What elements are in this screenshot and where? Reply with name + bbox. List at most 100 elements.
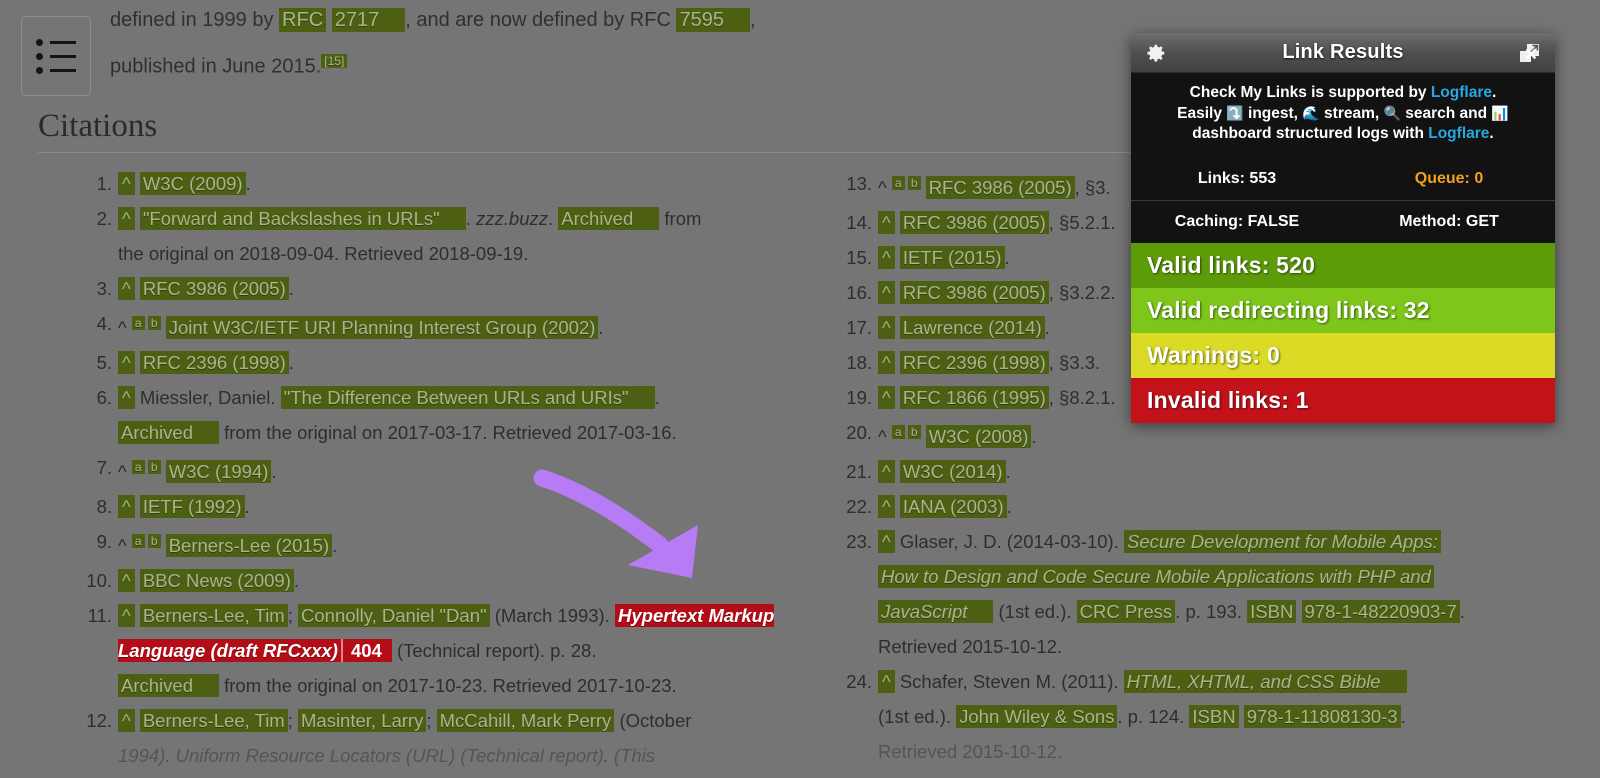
citation-item-22: 22. ^ IANA (2003). <box>838 489 1550 524</box>
citation-item-7: 7. ^ a b W3C (1994). <box>78 450 790 489</box>
isbn-label-link[interactable]: ISBN <box>1189 705 1239 729</box>
backref-a[interactable]: a <box>891 425 905 440</box>
panel-title-bar: Link Results <box>1131 33 1555 73</box>
citation-title-line2[interactable]: How to Design and Code Secure Mobile App… <box>878 565 1434 589</box>
citation-link[interactable]: RFC 1866 (1995) <box>899 386 1049 410</box>
citation-number: 3. <box>96 278 112 299</box>
citation-author: Miessler, Daniel. <box>139 387 281 409</box>
citation-number: 10. <box>86 570 112 592</box>
logflare-link-2[interactable]: Logflare <box>1428 125 1489 142</box>
backref-a[interactable]: a <box>131 460 145 475</box>
stats-row-counts: Links: 553 Queue: 0 <box>1131 158 1555 200</box>
isbn-number-link[interactable]: 978-1-11808130-3 <box>1243 705 1401 729</box>
citation-number: 8. <box>96 496 112 518</box>
citation-link[interactable]: W3C (1994) <box>165 460 272 484</box>
backref-caret[interactable]: ^ <box>118 172 135 195</box>
valid-links-bar[interactable]: Valid links: 520 <box>1131 243 1555 288</box>
isbn-label-link[interactable]: ISBN <box>1247 600 1297 624</box>
citation-link[interactable]: RFC 3986 (2005) <box>139 277 289 300</box>
citation-link[interactable]: Lawrence (2014) <box>899 316 1045 340</box>
backref-caret[interactable]: ^ <box>878 386 895 410</box>
backref-caret[interactable]: ^ <box>118 495 135 519</box>
citation-item-4: 4. ^ a b Joint W3C/IETF URI Planning Int… <box>78 306 790 345</box>
citation-link[interactable]: IETF (1992) <box>139 495 245 519</box>
citation-author-1[interactable]: Berners-Lee, Tim <box>139 709 288 733</box>
backref-caret[interactable]: ^ <box>878 211 895 235</box>
citation-link[interactable]: BBC News (2009) <box>139 569 294 593</box>
citation-number: 18. <box>846 352 872 374</box>
table-of-contents-button[interactable] <box>21 16 91 96</box>
citation-link[interactable]: RFC 2396 (1998) <box>899 351 1049 375</box>
citation-author-2[interactable]: Connolly, Daniel "Dan" <box>298 604 490 628</box>
citation-title[interactable]: HTML, XHTML, and CSS Bible <box>1123 670 1407 694</box>
backref-caret[interactable]: ^ <box>878 246 895 270</box>
citation-link[interactable]: Joint W3C/IETF URI Planning Interest Gro… <box>165 316 599 340</box>
citation-number: 22. <box>846 496 872 518</box>
backref-a[interactable]: a <box>131 316 145 330</box>
citation-link[interactable]: IETF (2015) <box>899 246 1005 270</box>
citation-link[interactable]: W3C (2008) <box>925 425 1032 449</box>
citation-link[interactable]: RFC 3986 (2005) <box>899 281 1049 305</box>
backref-caret[interactable]: ^ <box>118 351 135 375</box>
citation-text: . <box>548 208 559 229</box>
caret-symbol: ^ <box>118 461 127 483</box>
close-icon[interactable]: × <box>1519 43 1543 67</box>
rfc-7595-link[interactable]: 7595 <box>676 8 750 32</box>
citation-number: 23. <box>846 531 872 553</box>
citation-link[interactable]: Berners-Lee (2015) <box>165 534 333 558</box>
publisher-link[interactable]: CRC Press <box>1076 600 1176 624</box>
citation-item-8: 8. ^ IETF (1992). <box>78 489 790 524</box>
invalid-links-bar[interactable]: Invalid links: 1 <box>1131 378 1555 423</box>
citation-link[interactable]: RFC 3986 (2005) <box>925 176 1075 200</box>
archived-link[interactable]: Archived <box>118 674 219 698</box>
backref-caret[interactable]: ^ <box>878 670 895 694</box>
backref-caret[interactable]: ^ <box>878 530 895 554</box>
logflare-link-1[interactable]: Logflare <box>1431 84 1492 101</box>
backref-caret[interactable]: ^ <box>118 386 135 410</box>
rfc-2717-link[interactable]: 2717 <box>331 8 406 32</box>
citation-link[interactable]: "Forward and Backslashes in URLs" <box>139 207 466 230</box>
archived-link[interactable]: Archived <box>558 207 660 230</box>
citation-link[interactable]: "The Difference Between URLs and URIs" <box>280 386 655 410</box>
citation-author-2[interactable]: Masinter, Larry <box>298 709 427 733</box>
backref-a[interactable]: a <box>891 176 905 190</box>
reference-15-link[interactable]: [15] <box>321 54 348 68</box>
caret-symbol: ^ <box>878 426 887 448</box>
publisher-link[interactable]: John Wiley & Sons <box>956 705 1118 729</box>
backref-b[interactable]: b <box>147 534 161 549</box>
citation-number: 15. <box>846 247 872 269</box>
citation-author-3[interactable]: McCahill, Mark Perry <box>436 709 615 733</box>
backref-caret[interactable]: ^ <box>878 460 895 484</box>
rfc-link-label[interactable]: RFC <box>279 8 327 32</box>
citation-link[interactable]: W3C (2014) <box>899 460 1006 484</box>
backref-caret[interactable]: ^ <box>878 495 895 519</box>
backref-caret[interactable]: ^ <box>878 351 895 375</box>
citation-link[interactable]: IANA (2003) <box>899 495 1007 519</box>
citation-link[interactable]: RFC 3986 (2005) <box>899 211 1049 235</box>
backref-caret[interactable]: ^ <box>878 281 895 305</box>
backref-caret[interactable]: ^ <box>118 277 135 300</box>
backref-caret[interactable]: ^ <box>118 604 135 628</box>
backref-b[interactable]: b <box>147 460 161 475</box>
backref-b[interactable]: b <box>907 425 921 440</box>
redirecting-links-bar[interactable]: Valid redirecting links: 32 <box>1131 288 1555 333</box>
warnings-bar[interactable]: Warnings: 0 <box>1131 333 1555 378</box>
backref-b[interactable]: b <box>147 316 161 330</box>
gear-icon[interactable] <box>1143 40 1169 66</box>
citation-link[interactable]: W3C (2009) <box>139 172 246 195</box>
citation-title-line3[interactable]: JavaScript <box>878 600 994 624</box>
backref-caret[interactable]: ^ <box>878 316 895 340</box>
backref-a[interactable]: a <box>131 534 145 549</box>
backref-caret[interactable]: ^ <box>118 207 135 230</box>
citation-link[interactable]: RFC 2396 (1998) <box>139 351 289 375</box>
citation-page: . p. 124. <box>1117 706 1190 728</box>
backref-caret[interactable]: ^ <box>118 569 135 593</box>
archived-link[interactable]: Archived <box>118 421 219 445</box>
citation-number: 11. <box>87 605 112 627</box>
citation-author-1[interactable]: Berners-Lee, Tim <box>139 604 288 628</box>
citation-title-line1[interactable]: Secure Development for Mobile Apps: <box>1123 530 1441 554</box>
isbn-number-link[interactable]: 978-1-48220903-7 <box>1301 600 1460 624</box>
backref-b[interactable]: b <box>907 176 921 190</box>
lead-text-pre: defined in 1999 by <box>110 9 280 31</box>
backref-caret[interactable]: ^ <box>118 709 135 733</box>
